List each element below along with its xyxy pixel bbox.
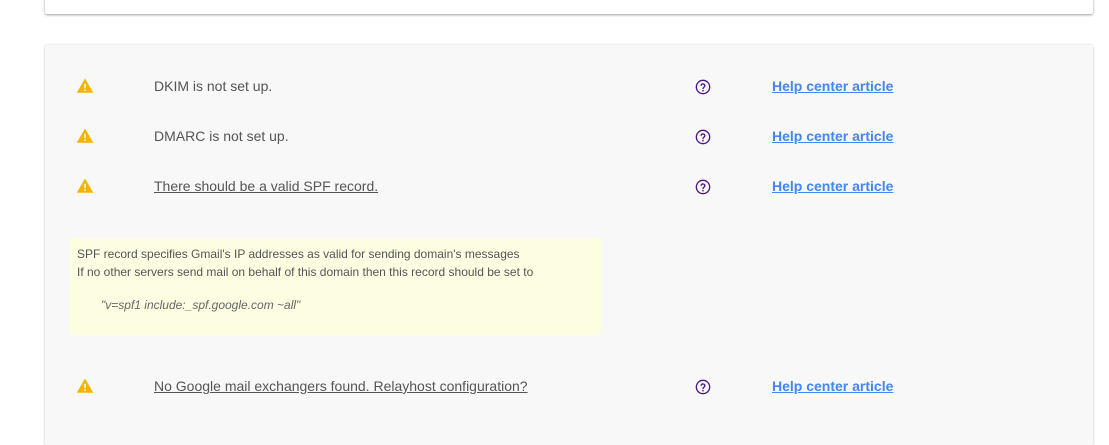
spf-info-box: SPF record specifies Gmail's IP addresse… [70, 238, 601, 335]
check-row-dmarc: DMARC is not set up. Help center article [45, 124, 1093, 148]
check-row-dkim: DKIM is not set up. Help center article [45, 74, 1093, 98]
check-row-mx: No Google mail exchangers found. Relayho… [45, 374, 1093, 398]
check-message: DKIM is not set up. [154, 78, 273, 94]
help-icon[interactable] [695, 129, 711, 145]
help-center-link[interactable]: Help center article [772, 78, 893, 94]
mx-toggle-link[interactable]: No Google mail exchangers found. Relayho… [154, 378, 528, 394]
warning-icon [76, 178, 94, 193]
spf-info-line: If no other servers send mail on behalf … [77, 265, 534, 279]
spf-info-line: SPF record specifies Gmail's IP addresse… [77, 247, 520, 261]
warning-icon [76, 78, 94, 93]
spf-toggle-link[interactable]: There should be a valid SPF record. [154, 178, 378, 194]
help-center-link[interactable]: Help center article [772, 128, 893, 144]
warning-icon [76, 128, 94, 143]
domain-checks-card: DKIM is not set up. Help center article … [45, 45, 1093, 445]
help-icon[interactable] [695, 179, 711, 195]
help-icon[interactable] [695, 379, 711, 395]
previous-section-card [45, 0, 1093, 14]
check-row-spf: There should be a valid SPF record. Help… [45, 174, 1093, 198]
check-message: DMARC is not set up. [154, 128, 289, 144]
help-center-link[interactable]: Help center article [772, 378, 893, 394]
spf-record-value: "v=spf1 include:_spf.google.com ~all" [101, 298, 301, 312]
warning-icon [76, 378, 94, 393]
help-center-link[interactable]: Help center article [772, 178, 893, 194]
help-icon[interactable] [695, 79, 711, 95]
